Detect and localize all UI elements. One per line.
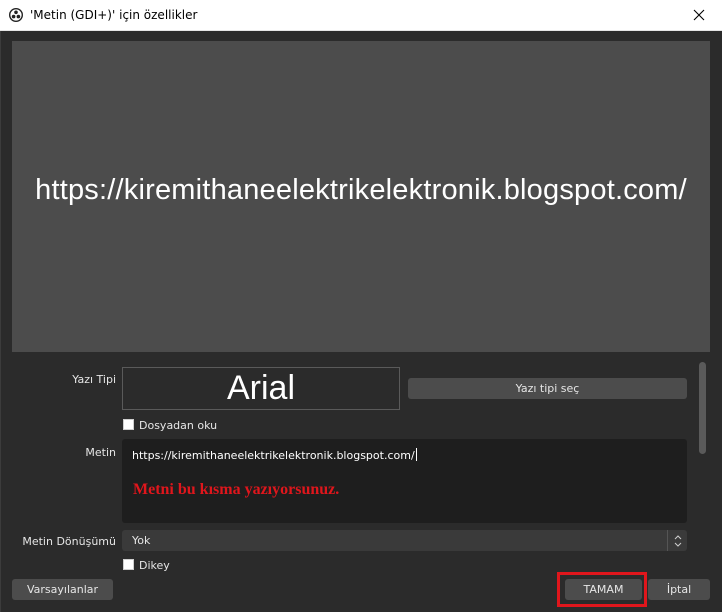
- defaults-button[interactable]: Varsayılanlar: [12, 579, 113, 600]
- text-transform-value: Yok: [132, 534, 151, 547]
- select-font-button[interactable]: Yazı tipi seç: [408, 378, 687, 399]
- text-label: Metin: [85, 446, 116, 459]
- text-cursor: [415, 448, 417, 461]
- window-border: [0, 31, 1, 612]
- window-title: 'Metin (GDI+)' için özellikler: [30, 8, 198, 22]
- text-transform-select[interactable]: Yok: [122, 530, 687, 551]
- cancel-button[interactable]: İptal: [648, 579, 710, 600]
- updown-arrows-icon: [667, 530, 687, 551]
- title-bar: 'Metin (GDI+)' için özellikler: [0, 0, 722, 31]
- vertical-checkbox[interactable]: [123, 559, 134, 570]
- read-from-file-checkbox[interactable]: [123, 419, 134, 430]
- properties-scrollbar[interactable]: [697, 360, 709, 572]
- ok-highlight-box: [557, 572, 647, 607]
- font-label: Yazı Tipi: [72, 373, 116, 386]
- close-button[interactable]: [676, 0, 722, 30]
- vertical-label: Dikey: [139, 559, 170, 572]
- text-input-value: https://kiremithaneelektrikelektronik.bl…: [132, 448, 417, 462]
- preview-text: https://kiremithaneelektrikelektronik.bl…: [35, 174, 687, 206]
- close-icon: [693, 9, 705, 21]
- read-from-file-label: Dosyadan oku: [139, 419, 218, 432]
- font-preview: Arial: [122, 367, 400, 410]
- scrollbar-thumb[interactable]: [699, 362, 706, 454]
- annotation-text: Metni bu kısma yazıyorsunuz.: [133, 481, 340, 498]
- obs-icon: [9, 8, 23, 22]
- text-transform-label: Metin Dönüşümü: [22, 535, 116, 548]
